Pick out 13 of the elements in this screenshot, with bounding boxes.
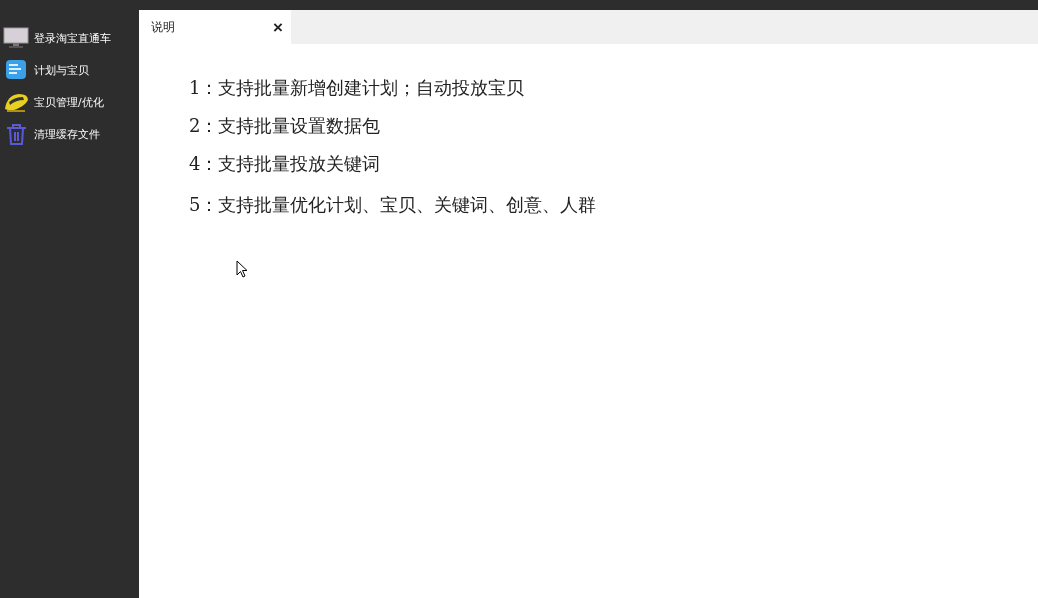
document-icon bbox=[3, 59, 29, 81]
monitor-icon bbox=[3, 27, 29, 49]
sidebar-item[interactable]: 宝贝管理/优化 bbox=[0, 88, 139, 116]
tab[interactable]: 说明 × bbox=[139, 10, 291, 44]
sidebar-item[interactable]: 清理缓存文件 bbox=[0, 120, 139, 148]
sidebar-item[interactable]: 登录淘宝直通车 bbox=[0, 24, 139, 52]
feature-text: 4：支持批量投放关键词 bbox=[189, 152, 382, 176]
sidebar-item[interactable]: 计划与宝贝 bbox=[0, 56, 139, 84]
feature-text: 5：支持批量优化计划、宝贝、关键词、创意、人群 bbox=[189, 193, 598, 217]
close-button[interactable]: × bbox=[271, 18, 285, 36]
feature-text: 1：支持批量新增创建计划；自动投放宝贝 bbox=[189, 76, 526, 100]
feature-text: 2：支持批量设置数据包 bbox=[189, 114, 382, 138]
mouse-pointer-icon bbox=[236, 260, 248, 278]
